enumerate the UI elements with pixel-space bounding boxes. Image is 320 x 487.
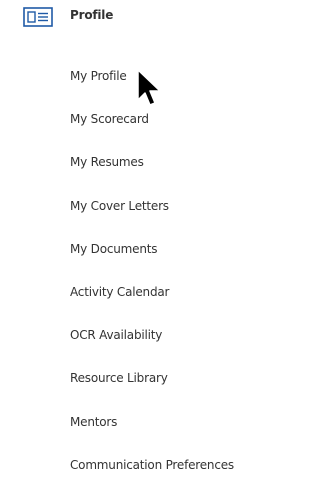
section-header-profile[interactable]: Profile <box>0 0 264 34</box>
menu-item-ocr-availability[interactable]: OCR Availability <box>0 314 264 357</box>
profile-menu: My Profile My Scorecard My Resumes My Co… <box>0 55 264 487</box>
menu-item-resource-library[interactable]: Resource Library <box>0 357 264 400</box>
menu-item-mentors[interactable]: Mentors <box>0 401 264 444</box>
menu-item-label: Resource Library <box>70 371 168 386</box>
menu-item-label: My Scorecard <box>70 112 149 127</box>
menu-item-communication-preferences[interactable]: Communication Preferences <box>0 444 264 487</box>
menu-item-label: My Cover Letters <box>70 198 169 213</box>
menu-item-my-documents[interactable]: My Documents <box>0 228 264 271</box>
menu-item-my-scorecard[interactable]: My Scorecard <box>0 98 264 141</box>
menu-item-label: My Profile <box>70 69 127 83</box>
menu-item-label: Mentors <box>70 414 118 429</box>
menu-item-my-cover-letters[interactable]: My Cover Letters <box>0 185 264 228</box>
menu-item-label: My Resumes <box>70 155 144 170</box>
profile-nav: Profile My Profile My Scorecard My Resum… <box>0 0 264 473</box>
menu-item-label: OCR Availability <box>70 328 163 343</box>
menu-item-my-resumes[interactable]: My Resumes <box>0 141 264 184</box>
menu-item-my-profile[interactable]: My Profile <box>0 55 264 98</box>
menu-item-label: Activity Calendar <box>70 284 170 299</box>
menu-item-activity-calendar[interactable]: Activity Calendar <box>0 271 264 314</box>
section-title: Profile <box>70 8 114 22</box>
menu-item-label: Communication Preferences <box>70 457 234 472</box>
menu-item-label: My Documents <box>70 241 158 256</box>
profile-card-icon <box>23 7 53 27</box>
